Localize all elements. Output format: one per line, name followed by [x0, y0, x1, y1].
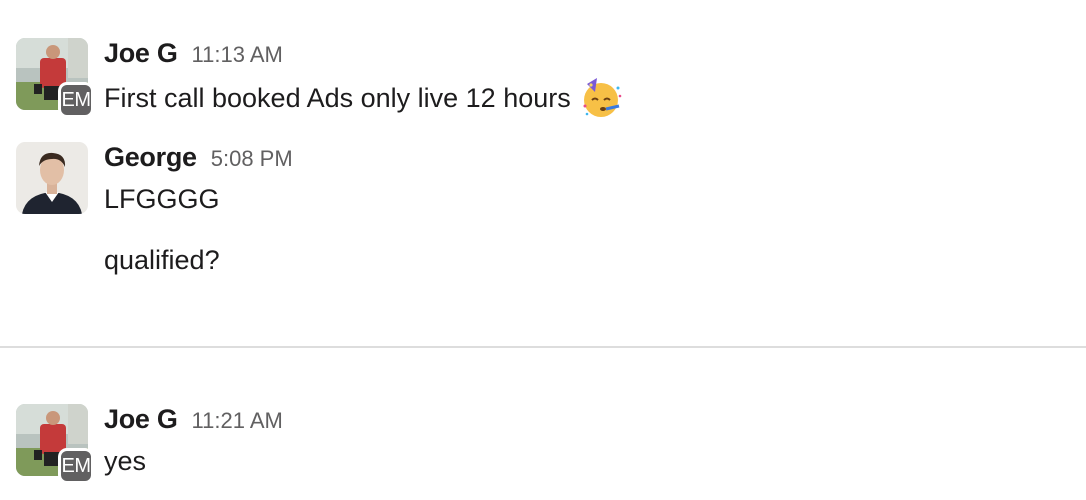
sender-name[interactable]: George	[104, 142, 197, 173]
em-badge: EM	[58, 82, 94, 118]
avatar-image-george	[16, 142, 88, 214]
timestamp[interactable]: 11:13 AM	[192, 42, 283, 68]
message-body: First call booked Ads only live 12 hours	[104, 76, 623, 120]
em-badge: EM	[58, 448, 94, 484]
message-header: Joe G 11:13 AM	[104, 38, 283, 69]
timestamp[interactable]: 5:08 PM	[211, 146, 293, 172]
timestamp[interactable]: 11:21 AM	[192, 408, 283, 434]
sender-name[interactable]: Joe G	[104, 404, 178, 435]
message-text: First call booked Ads only live 12 hours	[104, 82, 571, 113]
sender-name[interactable]: Joe G	[104, 38, 178, 69]
message-text: yes	[104, 446, 147, 476]
message-divider	[0, 346, 1086, 348]
avatar-joe[interactable]: EM	[16, 404, 94, 484]
message-header: Joe G 11:21 AM	[104, 404, 283, 435]
partying-face-icon	[583, 78, 622, 117]
message-header: George 5:08 PM	[104, 142, 293, 173]
avatar-joe[interactable]: EM	[16, 38, 94, 118]
message-text: LFGGGG	[104, 184, 220, 214]
avatar-george[interactable]	[16, 142, 88, 214]
message-text: qualified?	[104, 245, 220, 275]
